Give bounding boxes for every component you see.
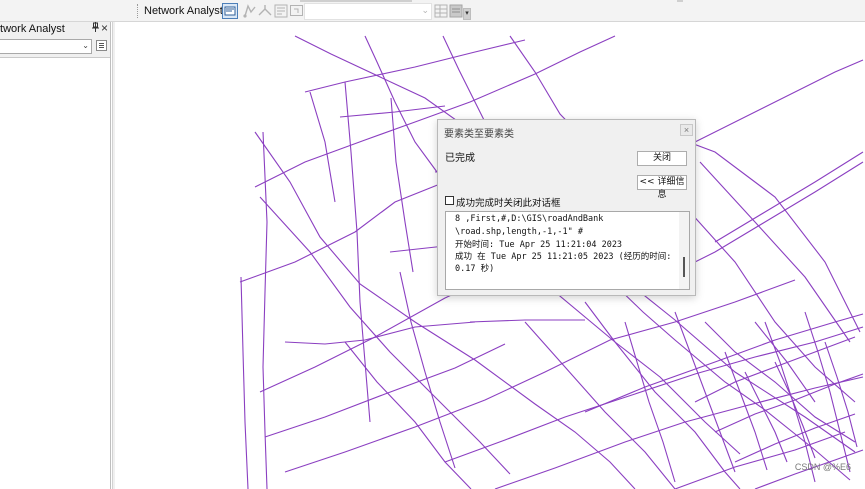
chevron-down-icon: ⌄ <box>421 5 429 15</box>
road-line <box>469 319 585 323</box>
dialog-close-icon[interactable]: × <box>680 124 693 136</box>
dialog-status: 已完成 <box>445 153 475 164</box>
toolbar-overflow-button[interactable]: ▾ <box>463 8 471 20</box>
attributes-icon[interactable] <box>448 3 464 19</box>
road-line <box>714 151 864 243</box>
road-line <box>674 311 736 473</box>
network-analysis-layer-select[interactable]: ⌄ <box>0 39 92 54</box>
road-line <box>724 351 768 471</box>
log-line: 0.17 秒) <box>455 264 495 274</box>
log-line: 成功 在 Tue Apr 25 11:21:05 2023 (经历的时间: <box>455 252 672 262</box>
road-line <box>694 59 864 143</box>
log-line: \road.shp,length,-1,-1" # <box>455 227 583 237</box>
chevron-down-icon: ⌄ <box>82 41 89 50</box>
road-line <box>262 131 268 489</box>
properties-icon[interactable] <box>289 3 305 19</box>
log-line: 8 ,First,#,D:\GIS\roadAndBank <box>455 214 604 224</box>
message-log[interactable]: 8 ,First,#,D:\GIS\roadAndBank \road.shp,… <box>445 211 690 290</box>
dock-title-bar: Network Analyst × <box>0 21 111 37</box>
toolbar: Network Analyst▾ ⌄ ▾ <box>0 0 865 22</box>
close-on-success-checkbox[interactable] <box>445 196 454 205</box>
network-analyst-window: Network Analyst × ⌄ <box>0 21 111 489</box>
toolbar-top-strip <box>300 0 412 2</box>
dock-close-icon[interactable]: × <box>101 21 108 35</box>
road-line <box>344 341 472 489</box>
build-network-icon[interactable] <box>433 3 449 19</box>
road-line <box>824 341 858 448</box>
network-analyst-window-icon[interactable] <box>222 3 238 19</box>
dialog-title-bar[interactable]: 要素类至要素类 × <box>438 120 695 141</box>
road-line <box>699 161 851 343</box>
network-analyst-dropdown[interactable]: Network Analyst▾ <box>142 3 230 19</box>
toolbar-grip[interactable] <box>137 4 139 18</box>
direction-icon[interactable] <box>257 3 273 19</box>
road-line <box>494 376 864 489</box>
road-line <box>714 373 864 433</box>
feature-class-to-feature-class-dialog: 要素类至要素类 × 已完成 关闭 << 详细信息 成功完成时关闭此对话框 8 ,… <box>437 119 696 296</box>
road-line <box>674 431 846 489</box>
network-layer-select[interactable]: ⌄ <box>304 3 432 20</box>
dock-title: Network Analyst <box>0 23 65 35</box>
pin-icon[interactable] <box>91 22 100 35</box>
details-toggle-button[interactable]: << 详细信息 <box>637 175 687 200</box>
road-line <box>309 91 336 203</box>
solve-icon[interactable] <box>273 3 289 19</box>
analysis-tree[interactable] <box>0 57 110 489</box>
road-line <box>304 39 526 93</box>
road-line <box>240 276 249 489</box>
close-button[interactable]: 关闭 <box>637 151 687 166</box>
toolbar-top-strip-2 <box>677 0 683 2</box>
network-analyst-label: Network Analyst <box>144 5 223 17</box>
road-line <box>344 81 371 423</box>
log-line: 开始时间: Tue Apr 25 11:21:04 2023 <box>455 240 623 250</box>
log-scrollbar-thumb[interactable] <box>683 257 685 277</box>
close-on-success-label: 成功完成时关闭此对话框 <box>456 198 561 209</box>
dock-options-icon[interactable] <box>96 40 107 51</box>
dialog-title: 要素类至要素类 <box>444 129 514 140</box>
log-scrollbar[interactable] <box>679 212 689 289</box>
road-line <box>239 181 446 283</box>
new-route-icon[interactable] <box>242 3 258 19</box>
road-line <box>444 326 864 463</box>
watermark: CSDN @%E6 <box>794 462 851 472</box>
